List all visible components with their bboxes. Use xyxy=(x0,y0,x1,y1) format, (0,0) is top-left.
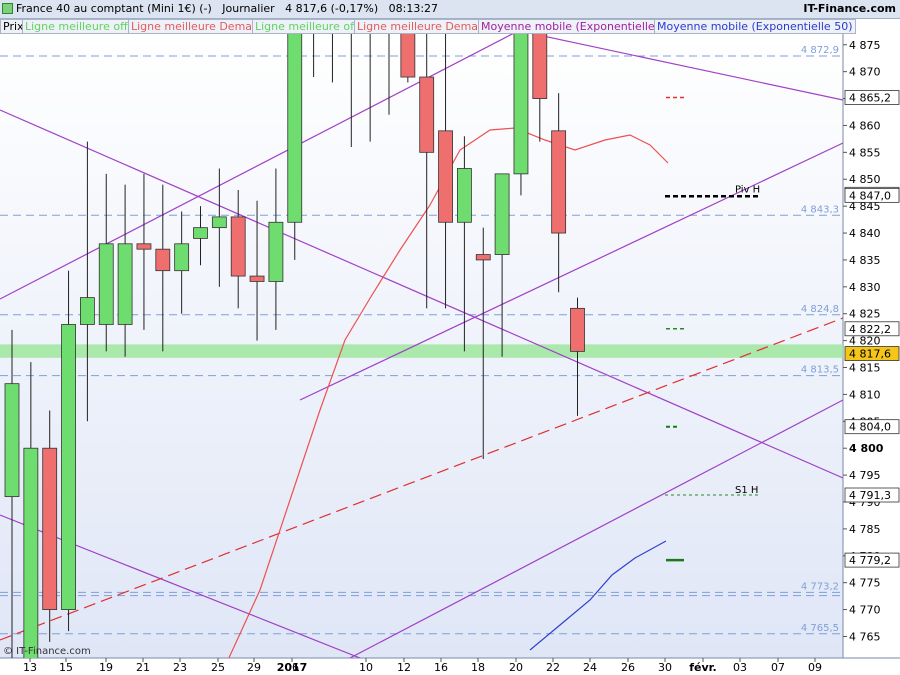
y-tick-label: 4 840 xyxy=(849,227,881,240)
candle-body xyxy=(344,12,358,17)
price-label: 4 817,6 xyxy=(849,348,891,361)
candle-body xyxy=(174,243,190,272)
y-tick-label: 4 795 xyxy=(849,469,881,482)
x-tick-label: 23 xyxy=(173,661,187,674)
candle-body xyxy=(325,18,339,20)
dashed-level-label: 4 872,9 xyxy=(801,45,839,56)
pivot-label: Piv H xyxy=(735,184,760,195)
y-tick-label: 4 785 xyxy=(849,523,881,536)
price-label: 4 804,0 xyxy=(849,421,891,434)
x-tick-label: 07 xyxy=(771,661,785,674)
candle-body xyxy=(438,130,453,223)
y-tick-label: 4 875 xyxy=(849,39,881,52)
candle-body xyxy=(211,216,227,229)
y-tick-label: 4 855 xyxy=(849,146,881,159)
x-tick-label: 22 xyxy=(546,661,560,674)
y-tick-label: 4 830 xyxy=(849,281,881,294)
candle-body xyxy=(4,383,20,498)
price-label: 4 822,2 xyxy=(849,323,891,336)
price-band xyxy=(0,344,843,358)
price-chart: 4 872,9 4 843,3 4 824,8 4 813,5 4 773,2 4 765… xyxy=(0,12,900,675)
dashed-level-label: 4 773,2 xyxy=(801,581,839,592)
y-tick-label: 4 810 xyxy=(849,388,881,401)
candle-body xyxy=(287,34,303,223)
candle-body xyxy=(551,130,567,234)
x-tick-label: 19 xyxy=(99,661,113,674)
candle-body xyxy=(570,307,585,352)
x-tick-label: 10 xyxy=(359,661,373,674)
x-axis-area xyxy=(0,658,900,675)
candle-body xyxy=(193,227,208,239)
candle-body xyxy=(23,447,39,658)
candle-body xyxy=(419,76,435,153)
x-tick-label: 26 xyxy=(621,661,635,674)
candle-body xyxy=(494,173,510,255)
y-tick-label: 4 815 xyxy=(849,362,881,375)
y-tick-label: 4 800 xyxy=(849,442,884,455)
candle-body xyxy=(456,168,472,223)
x-tick-label: 25 xyxy=(211,661,225,674)
candle-body xyxy=(268,221,284,282)
price-label: 4 865,2 xyxy=(849,91,891,104)
price-label: 4 779,2 xyxy=(849,554,891,567)
candle-body xyxy=(80,297,95,325)
candle-body xyxy=(382,12,396,17)
y-tick-label: 4 835 xyxy=(849,254,881,267)
y-tick-label: 4 775 xyxy=(849,577,881,590)
dashed-level-label: 4 765,5 xyxy=(801,623,839,634)
copyright: © IT-Finance.com xyxy=(3,646,91,657)
y-tick-label: 4 770 xyxy=(849,604,881,617)
y-tick-label: 4 860 xyxy=(849,119,881,132)
candle-body xyxy=(136,243,152,250)
dashed-level-label: 4 843,3 xyxy=(801,204,839,215)
candle-body xyxy=(155,248,171,272)
x-tick-label: 13 xyxy=(23,661,37,674)
price-label: 4 791,3 xyxy=(849,489,891,502)
chart-stage: France 40 au comptant (Mini 1€) (-) Jour… xyxy=(0,0,900,675)
y-tick-label: 4 825 xyxy=(849,308,881,321)
x-tick-label: 15 xyxy=(59,661,73,674)
y-tick-label: 4 870 xyxy=(849,66,881,79)
x-tick-label: 18 xyxy=(471,661,485,674)
x-tick-label: 06 xyxy=(285,661,299,674)
candle-body xyxy=(475,254,491,261)
pivot-label: S1 H xyxy=(735,485,758,496)
dashed-level-label: 4 824,8 xyxy=(801,304,839,315)
candle-body xyxy=(363,12,377,14)
candle-body xyxy=(61,324,76,610)
x-tick-label: 21 xyxy=(136,661,150,674)
x-tick-label: 09 xyxy=(808,661,822,674)
x-tick-label: 12 xyxy=(397,661,411,674)
y-tick-label: 4 820 xyxy=(849,335,881,348)
x-tick-label: 16 xyxy=(434,661,448,674)
y-tick-label: 4 765 xyxy=(849,630,881,643)
candle-body xyxy=(532,34,548,99)
price-label: 4 847,0 xyxy=(849,189,891,202)
candle-body xyxy=(249,275,265,282)
candle-body xyxy=(42,447,58,610)
x-tick-label: 03 xyxy=(733,661,747,674)
x-tick-label: 24 xyxy=(583,661,597,674)
x-tick-label: 20 xyxy=(509,661,523,674)
x-tick-label: 29 xyxy=(247,661,261,674)
candle-body xyxy=(307,18,321,23)
candle-body xyxy=(400,34,416,78)
candle-body xyxy=(230,216,246,277)
candle-body xyxy=(117,243,133,325)
x-tick-label: 30 xyxy=(658,661,672,674)
candle-body xyxy=(513,34,529,175)
x-tick-label: févr. xyxy=(689,661,716,674)
y-tick-label: 4 850 xyxy=(849,173,881,186)
candle-body xyxy=(98,243,114,325)
dashed-level-label: 4 813,5 xyxy=(801,365,839,376)
